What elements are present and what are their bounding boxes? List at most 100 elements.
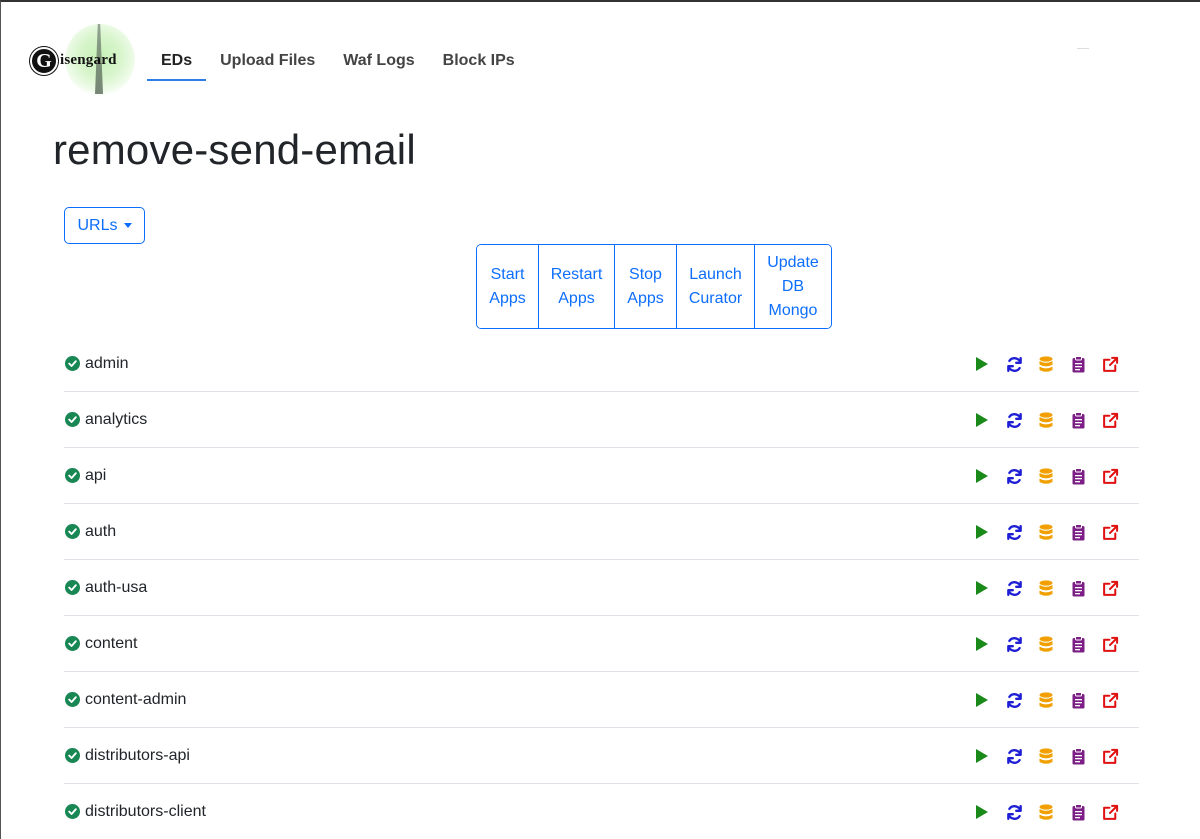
- start-apps-button[interactable]: Start Apps: [477, 245, 539, 328]
- check-circle-icon: [65, 748, 80, 763]
- logo-g-icon: G: [30, 47, 58, 75]
- service-name: analytics: [85, 411, 148, 428]
- database-icon[interactable]: [1030, 353, 1062, 375]
- play-icon[interactable]: [966, 353, 998, 375]
- urls-dropdown-label: URLs: [77, 216, 118, 234]
- service-actions: [966, 577, 1126, 599]
- refresh-icon[interactable]: [998, 689, 1030, 711]
- refresh-icon[interactable]: [998, 521, 1030, 543]
- page-title: remove-send-email: [53, 126, 416, 173]
- external-link-icon[interactable]: [1094, 409, 1126, 431]
- service-name: auth-usa: [85, 579, 148, 596]
- clipboard-icon[interactable]: [1062, 465, 1094, 487]
- service-row: content: [64, 616, 1139, 672]
- database-icon[interactable]: [1030, 745, 1062, 767]
- external-link-icon[interactable]: [1094, 633, 1126, 655]
- service-actions: [966, 409, 1126, 431]
- service-name: content-admin: [85, 691, 187, 708]
- check-circle-icon: [65, 804, 80, 819]
- play-icon[interactable]: [966, 465, 998, 487]
- database-icon[interactable]: [1030, 465, 1062, 487]
- external-link-icon[interactable]: [1094, 465, 1126, 487]
- service-actions: [966, 801, 1126, 823]
- logo-text: isengard: [60, 52, 117, 68]
- service-actions: [966, 633, 1126, 655]
- service-name: admin: [85, 355, 129, 372]
- service-name: distributors-api: [85, 747, 190, 764]
- service-actions: [966, 689, 1126, 711]
- external-link-icon[interactable]: [1094, 353, 1126, 375]
- play-icon[interactable]: [966, 689, 998, 711]
- service-actions: [966, 521, 1126, 543]
- navbar: G isengard EDs Upload Files Waf Logs Blo…: [1, 2, 1200, 102]
- refresh-icon[interactable]: [998, 577, 1030, 599]
- nav-waf-logs[interactable]: Waf Logs: [329, 42, 428, 81]
- clipboard-icon[interactable]: [1062, 353, 1094, 375]
- clipboard-icon[interactable]: [1062, 577, 1094, 599]
- service-row: analytics: [64, 392, 1139, 448]
- service-list: admin analytics api auth auth-usa content cont…: [64, 336, 1139, 839]
- refresh-icon[interactable]: [998, 465, 1030, 487]
- check-circle-icon: [65, 524, 80, 539]
- clipboard-icon[interactable]: [1062, 633, 1094, 655]
- database-icon[interactable]: [1030, 801, 1062, 823]
- refresh-icon[interactable]: [998, 745, 1030, 767]
- refresh-icon[interactable]: [998, 409, 1030, 431]
- service-name: distributors-client: [85, 803, 206, 820]
- play-icon[interactable]: [966, 633, 998, 655]
- clipboard-icon[interactable]: [1062, 409, 1094, 431]
- refresh-icon[interactable]: [998, 633, 1030, 655]
- play-icon[interactable]: [966, 745, 998, 767]
- play-icon[interactable]: [966, 409, 998, 431]
- service-actions: [966, 353, 1126, 375]
- play-icon[interactable]: [966, 801, 998, 823]
- launch-curator-button[interactable]: Launch Curator: [677, 245, 755, 328]
- refresh-icon[interactable]: [998, 801, 1030, 823]
- service-actions: [966, 465, 1126, 487]
- service-row: distributors-api: [64, 728, 1139, 784]
- service-row: admin: [64, 336, 1139, 392]
- external-link-icon[interactable]: [1094, 577, 1126, 599]
- actions-button-group: Start Apps Restart Apps Stop Apps Launch Cu…: [476, 244, 832, 329]
- external-link-icon[interactable]: [1094, 521, 1126, 543]
- service-row: content-admin: [64, 672, 1139, 728]
- check-circle-icon: [65, 356, 80, 371]
- play-icon[interactable]: [966, 577, 998, 599]
- nav-block-ips[interactable]: Block IPs: [429, 42, 529, 81]
- play-icon[interactable]: [966, 521, 998, 543]
- nav-upload-files[interactable]: Upload Files: [206, 42, 329, 81]
- check-circle-icon: [65, 468, 80, 483]
- database-icon[interactable]: [1030, 577, 1062, 599]
- database-icon[interactable]: [1030, 521, 1062, 543]
- clipboard-icon[interactable]: [1062, 689, 1094, 711]
- service-name: auth: [85, 523, 117, 540]
- service-row: auth-usa: [64, 560, 1139, 616]
- database-icon[interactable]: [1030, 689, 1062, 711]
- restart-apps-button[interactable]: Restart Apps: [539, 245, 615, 328]
- database-icon[interactable]: [1030, 409, 1062, 431]
- clipboard-icon[interactable]: [1062, 745, 1094, 767]
- service-row: api: [64, 448, 1139, 504]
- check-circle-icon: [65, 692, 80, 707]
- brand-logo[interactable]: G isengard: [27, 20, 139, 98]
- database-icon[interactable]: [1030, 633, 1062, 655]
- divider: [1077, 48, 1089, 49]
- clipboard-icon[interactable]: [1062, 801, 1094, 823]
- service-name: content: [85, 635, 138, 652]
- check-circle-icon: [65, 580, 80, 595]
- check-circle-icon: [65, 636, 80, 651]
- external-link-icon[interactable]: [1094, 801, 1126, 823]
- service-row: auth: [64, 504, 1139, 560]
- clipboard-icon[interactable]: [1062, 521, 1094, 543]
- stop-apps-button[interactable]: Stop Apps: [615, 245, 677, 328]
- nav-eds[interactable]: EDs: [147, 42, 207, 81]
- service-name: api: [85, 467, 107, 484]
- refresh-icon[interactable]: [998, 353, 1030, 375]
- external-link-icon[interactable]: [1094, 745, 1126, 767]
- check-circle-icon: [65, 412, 80, 427]
- service-actions: [966, 745, 1126, 767]
- service-row: distributors-client: [64, 784, 1139, 839]
- external-link-icon[interactable]: [1094, 689, 1126, 711]
- urls-dropdown-button[interactable]: URLs: [64, 207, 145, 244]
- update-db-mongo-button[interactable]: Update DB Mongo: [755, 245, 831, 328]
